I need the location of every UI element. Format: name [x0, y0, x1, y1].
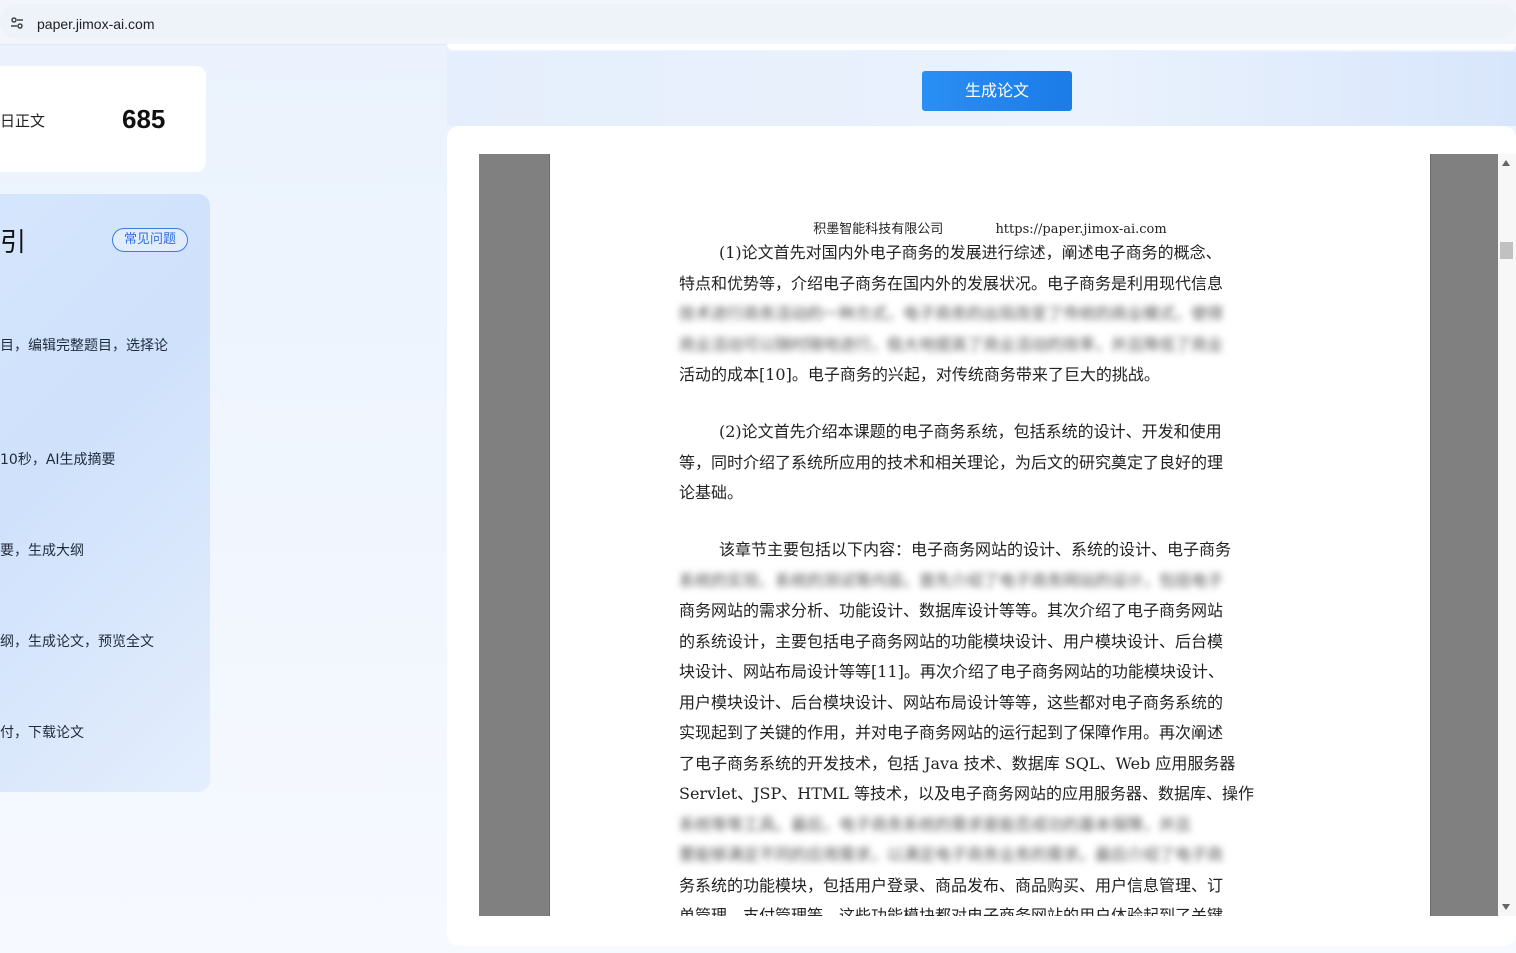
- scroll-down-icon[interactable]: [1502, 904, 1510, 910]
- generate-paper-button[interactable]: 生成论文: [922, 71, 1072, 111]
- document-page: 积墨智能科技有限公司 https://paper.jimox-ai.com (1…: [549, 154, 1431, 916]
- site-settings-icon[interactable]: [9, 15, 25, 31]
- text-line: 用户模块设计、后台模块设计、网站布局设计等等，这些都对电子商务系统的: [679, 692, 1224, 712]
- viewer-scrollbar[interactable]: [1498, 154, 1516, 916]
- pdf-viewer[interactable]: 积墨智能科技有限公司 https://paper.jimox-ai.com (1…: [479, 154, 1498, 916]
- guide-step-3: 要，生成大纲: [0, 543, 84, 559]
- scroll-up-icon[interactable]: [1502, 160, 1510, 166]
- text-line: 实现起到了关键的作用，并对电子商务网站的运行起到了保障作用。再次阐述: [679, 723, 1224, 742]
- text-line-blurred: 要能够满足不同的应用需求，以满足电子商务业务的需求。最后介绍了电子商: [679, 845, 1224, 864]
- text-line: 特点和优势等，介绍电子商务在国内外的发展状况。电子商务是利用现代信息: [679, 273, 1224, 293]
- text-line: 单管理、支付管理等，这些功能模块都对电子商务网站的用户体验起到了关键: [679, 906, 1224, 916]
- word-count-card: 日正文 685: [0, 66, 206, 172]
- text-line: 活动的成本[10]。电子商务的兴起，对传统商务带来了巨大的挑战。: [679, 365, 1160, 384]
- paragraph-2: (2)论文首先介绍本课题的电子商务系统，包括系统的设计、开发和使用 等，同时介绍…: [679, 417, 1291, 509]
- header-company: 积墨智能科技有限公司: [813, 222, 944, 237]
- text-line: 的系统设计，主要包括电子商务网站的功能模块设计、用户模块设计、后台模: [679, 631, 1224, 651]
- scroll-thumb[interactable]: [1500, 242, 1513, 259]
- guide-step-1: 目，编辑完整题目，选择论: [0, 338, 168, 354]
- text-line: 了电子商务系统的开发技术，包括 Java 技术、数据库 SQL、Web 应用服务…: [679, 753, 1236, 773]
- address-field[interactable]: paper.jimox-ai.com: [0, 4, 1516, 38]
- text-line: (2)论文首先介绍本课题的电子商务系统，包括系统的设计、开发和使用: [719, 422, 1222, 441]
- guide-step-5: 付，下载论文: [0, 725, 84, 741]
- text-line: 论基础。: [679, 483, 744, 502]
- text-line-blurred: 系统的实现、系统的测试等内容。首先介绍了电子商务网站的设计，包括电子: [679, 570, 1224, 590]
- guide-title: 引: [0, 228, 27, 258]
- faq-button[interactable]: 常见问题: [112, 228, 188, 252]
- text-line: 商务网站的需求分析、功能设计、数据库设计等等。其次介绍了电子商务网站: [679, 601, 1224, 620]
- text-line: 等，同时介绍了系统所应用的技术和相关理论，为后文的研究奠定了良好的理: [679, 452, 1224, 472]
- guide-step-2: 10秒，AI生成摘要: [0, 452, 116, 468]
- usage-guide-card: 引 常见问题 目，编辑完整题目，选择论 10秒，AI生成摘要 要，生成大纲 纲，…: [0, 194, 210, 792]
- text-line: 务系统的功能模块，包括用户登录、商品发布、商品购买、用户信息管理、订: [679, 875, 1224, 895]
- url-text[interactable]: paper.jimox-ai.com: [37, 16, 155, 32]
- text-line-blurred: 系统等等工具。最后，电子商务系统的需求是能否成功的基本保障，并且: [679, 814, 1192, 834]
- word-count-label: 日正文: [0, 112, 46, 130]
- guide-step-4: 纲，生成论文，预览全文: [0, 634, 154, 650]
- text-line-blurred: 技术进行商务活动的一种方式，电子商务的出现改变了传统的商业模式，使得: [679, 304, 1224, 323]
- header-url: https://paper.jimox-ai.com: [995, 222, 1167, 237]
- paragraph-3: 该章节主要包括以下内容：电子商务网站的设计、系统的设计、电子商务 系统的实现、系…: [679, 535, 1291, 916]
- word-count-value: 685: [122, 104, 166, 134]
- text-line-blurred: 商业活动可以随时随地进行，极大地提高了商业活动的效率，并且降低了商业: [679, 334, 1224, 354]
- text-line: Servlet、JSP、HTML 等技术，以及电子商务网站的应用服务器、数据库、…: [679, 784, 1254, 803]
- text-line: 块设计、网站布局设计等等[11]。再次介绍了电子商务网站的功能模块设计、: [679, 662, 1224, 681]
- top-panel-edge: [447, 44, 1516, 50]
- paragraph-1: (1)论文首先对国内外电子商务的发展进行综述，阐述电子商务的概念、 特点和优势等…: [679, 238, 1291, 391]
- text-line: 该章节主要包括以下内容：电子商务网站的设计、系统的设计、电子商务: [719, 540, 1232, 559]
- text-line: (1)论文首先对国内外电子商务的发展进行综述，阐述电子商务的概念、: [719, 243, 1222, 262]
- browser-address-bar: paper.jimox-ai.com: [0, 0, 1516, 45]
- page-header: 积墨智能科技有限公司 https://paper.jimox-ai.com: [550, 218, 1430, 237]
